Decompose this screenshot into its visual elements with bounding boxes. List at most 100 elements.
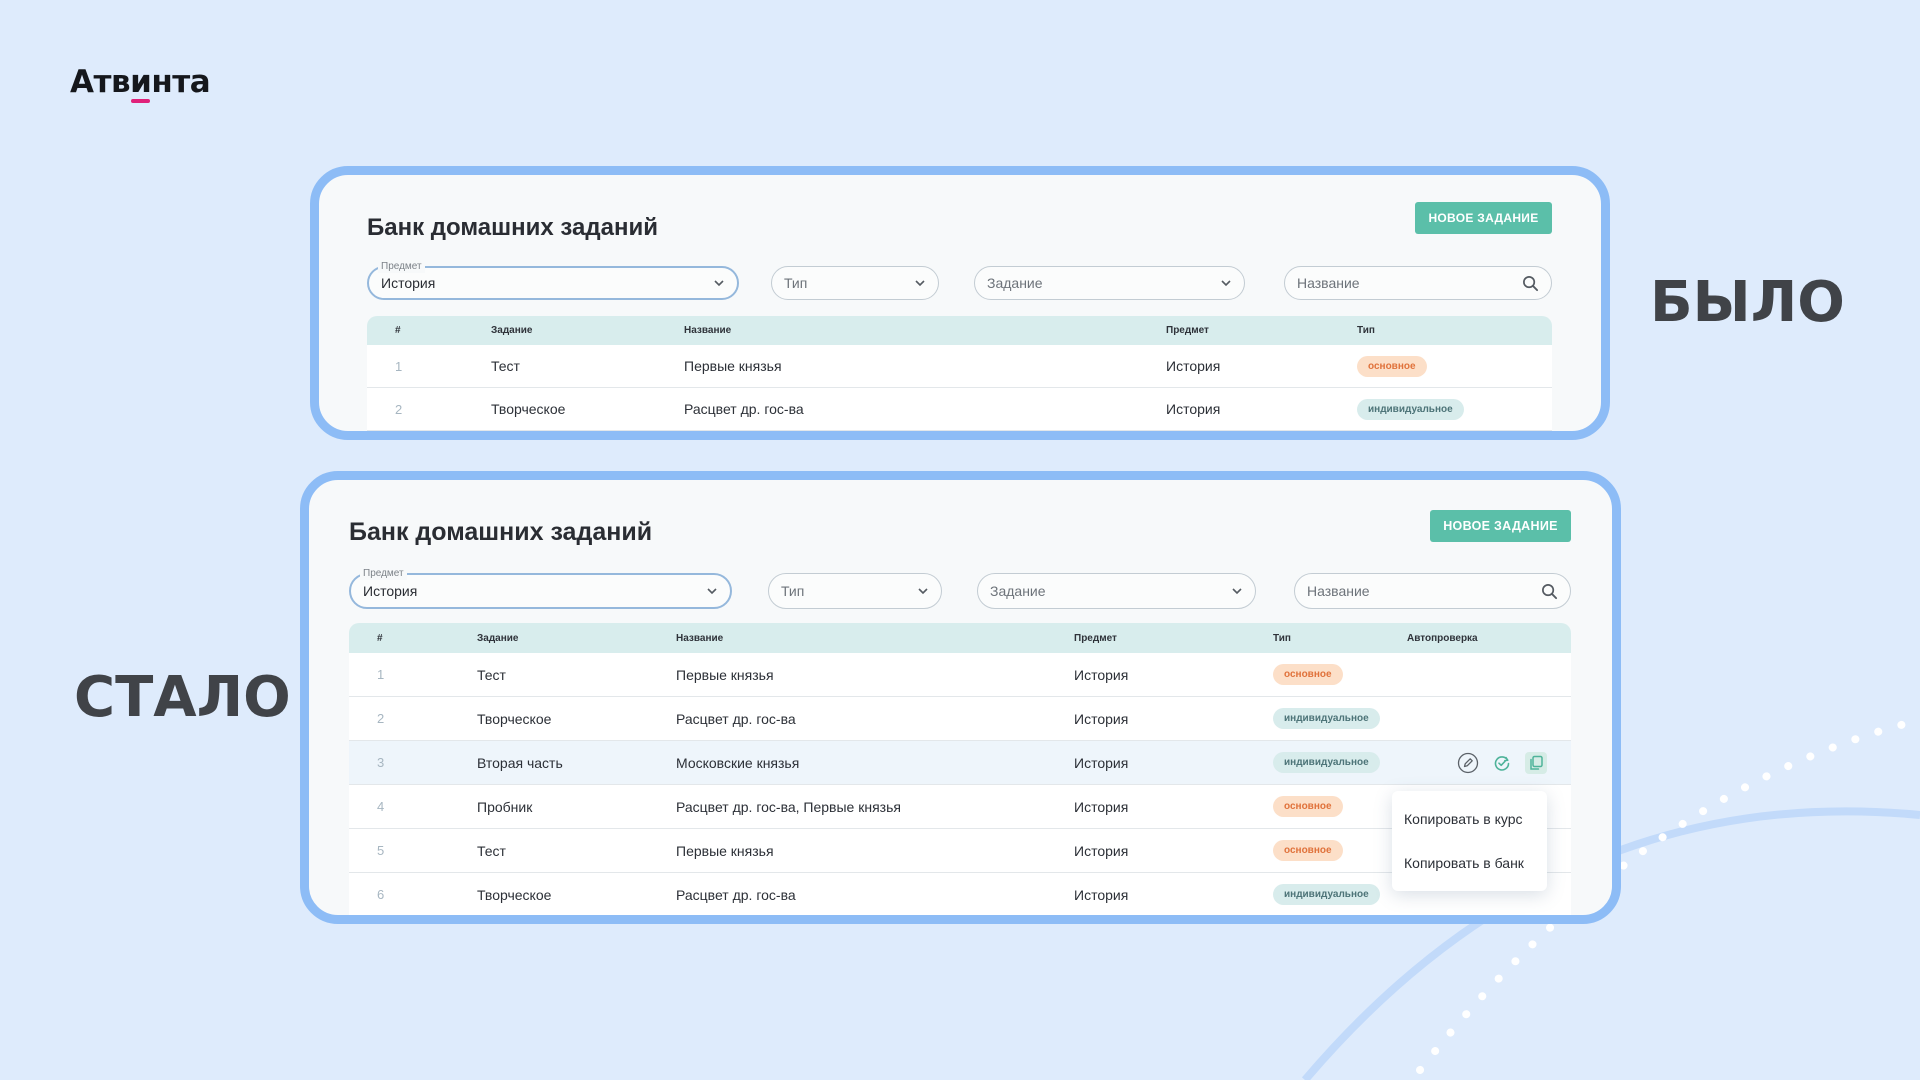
after-screenshot-frame: Банк домашних заданий НОВОЕ ЗАДАНИЕ Пред…	[300, 471, 1621, 924]
subject-select-label: Предмет	[378, 261, 425, 273]
chevron-down-icon	[714, 280, 724, 287]
column-header-autocheck: Автопроверка	[1407, 632, 1478, 644]
row-number: 1	[377, 667, 385, 682]
row-number: 5	[377, 843, 385, 858]
table-row[interactable]: 2 Творческое Расцвет др. гос-ва История …	[349, 697, 1571, 741]
row-name: Московские князья	[676, 754, 800, 771]
table-row[interactable]: 1 Тест Первые князья История основное	[367, 345, 1552, 388]
menu-item-copy-to-course[interactable]: Копировать в курс	[1392, 797, 1547, 841]
homework-table: # Задание Название Предмет Тип 1 Тест Пе…	[367, 316, 1552, 431]
row-number: 4	[377, 799, 385, 814]
column-header-name: Название	[676, 632, 724, 644]
type-select[interactable]: Тип	[771, 266, 939, 300]
table-row[interactable]: 5 Тест Первые князья История основное	[349, 829, 1571, 873]
subject-select[interactable]: Предмет История	[349, 568, 732, 609]
name-search-placeholder: Название	[1297, 275, 1360, 291]
column-header-task: Задание	[477, 632, 519, 644]
subject-select[interactable]: Предмет История	[367, 261, 739, 300]
new-task-button[interactable]: НОВОЕ ЗАДАНИЕ	[1430, 510, 1571, 542]
task-select-placeholder: Задание	[987, 275, 1043, 291]
table-row[interactable]: 1 Тест Первые князья История основное	[349, 653, 1571, 697]
chevron-down-icon	[918, 588, 928, 595]
row-subject: История	[1166, 358, 1221, 374]
type-badge: основное	[1273, 840, 1343, 861]
row-number: 1	[395, 358, 403, 374]
row-number: 2	[377, 711, 385, 726]
homework-table: # Задание Название Предмет Тип Автопрове…	[349, 623, 1571, 915]
row-actions	[1457, 741, 1547, 784]
name-search-input[interactable]: Название	[1284, 266, 1552, 300]
row-task: Творческое	[477, 886, 552, 903]
chevron-down-icon	[1221, 280, 1231, 287]
column-header-number: #	[377, 632, 383, 644]
task-select-placeholder: Задание	[990, 583, 1046, 599]
type-select[interactable]: Тип	[768, 573, 942, 609]
row-task: Творческое	[491, 401, 566, 417]
table-header: # Задание Название Предмет Тип Автопрове…	[349, 623, 1571, 653]
column-header-number: #	[395, 325, 401, 336]
column-header-subject: Предмет	[1166, 325, 1209, 336]
column-header-task: Задание	[491, 325, 533, 336]
edit-icon[interactable]	[1457, 752, 1479, 774]
subject-select-label: Предмет	[360, 568, 407, 580]
chevron-down-icon	[1232, 588, 1242, 595]
before-screenshot-frame: Банк домашних заданий НОВОЕ ЗАДАНИЕ Пред…	[310, 166, 1610, 440]
row-name: Расцвет др. гос-ва	[684, 401, 804, 417]
row-subject: История	[1074, 710, 1129, 727]
table-header: # Задание Название Предмет Тип	[367, 316, 1552, 345]
type-select-placeholder: Тип	[784, 275, 808, 291]
type-badge: основное	[1357, 355, 1427, 377]
row-task: Творческое	[477, 710, 552, 727]
row-subject: История	[1074, 842, 1129, 859]
row-number: 2	[395, 401, 403, 417]
task-select[interactable]: Задание	[977, 573, 1256, 609]
subject-select-value: История	[381, 275, 436, 291]
name-search-placeholder: Название	[1307, 583, 1370, 599]
row-subject: История	[1166, 401, 1221, 417]
column-header-name: Название	[684, 325, 732, 336]
row-subject: История	[1074, 666, 1129, 683]
column-header-type: Тип	[1273, 632, 1291, 644]
search-icon[interactable]	[1522, 275, 1539, 292]
row-subject: История	[1074, 754, 1129, 771]
table-row[interactable]: 4 Пробник Расцвет др. гос-ва, Первые кня…	[349, 785, 1571, 829]
type-select-placeholder: Тип	[781, 583, 805, 599]
search-icon[interactable]	[1541, 583, 1558, 600]
row-task: Вторая часть	[477, 754, 563, 771]
row-task: Тест	[477, 842, 506, 859]
row-name: Первые князья	[676, 842, 774, 859]
row-number: 6	[377, 887, 385, 902]
brand-logo: Атвинта	[70, 64, 211, 103]
type-badge: основное	[1273, 664, 1343, 685]
row-task: Тест	[491, 358, 520, 374]
autocheck-icon[interactable]	[1491, 752, 1513, 774]
page-title: Банк домашних заданий	[367, 214, 658, 241]
chevron-down-icon	[707, 588, 717, 595]
row-task: Тест	[477, 666, 506, 683]
page-title: Банк домашних заданий	[349, 518, 653, 546]
type-badge: основное	[1273, 796, 1343, 817]
row-number: 3	[377, 755, 385, 770]
label-after: СТАЛО	[74, 665, 291, 730]
table-row[interactable]: 6 Творческое Расцвет др. гос-ва История …	[349, 873, 1571, 915]
table-row-hovered[interactable]: 3 Вторая часть Московские князья История…	[349, 741, 1571, 785]
label-before: БЫЛО	[1650, 270, 1845, 335]
row-name: Первые князья	[676, 666, 774, 683]
task-select[interactable]: Задание	[974, 266, 1245, 300]
type-badge: индивидуальное	[1273, 708, 1380, 729]
row-subject: История	[1074, 798, 1129, 815]
type-badge: индивидуальное	[1273, 884, 1380, 905]
new-task-button[interactable]: НОВОЕ ЗАДАНИЕ	[1415, 202, 1552, 234]
type-badge: индивидуальное	[1357, 398, 1464, 420]
row-subject: История	[1074, 886, 1129, 903]
subject-select-value: История	[363, 583, 418, 599]
row-task: Пробник	[477, 798, 533, 815]
table-row[interactable]: 2 Творческое Расцвет др. гос-ва История …	[367, 388, 1552, 431]
column-header-type: Тип	[1357, 325, 1375, 336]
name-search-input[interactable]: Название	[1294, 573, 1571, 609]
copy-context-menu: Копировать в курс Копировать в банк	[1392, 791, 1547, 891]
row-name: Расцвет др. гос-ва, Первые князья	[676, 798, 901, 815]
row-name: Первые князья	[684, 358, 782, 374]
menu-item-copy-to-bank[interactable]: Копировать в банк	[1392, 841, 1547, 885]
copy-icon[interactable]	[1525, 751, 1547, 774]
